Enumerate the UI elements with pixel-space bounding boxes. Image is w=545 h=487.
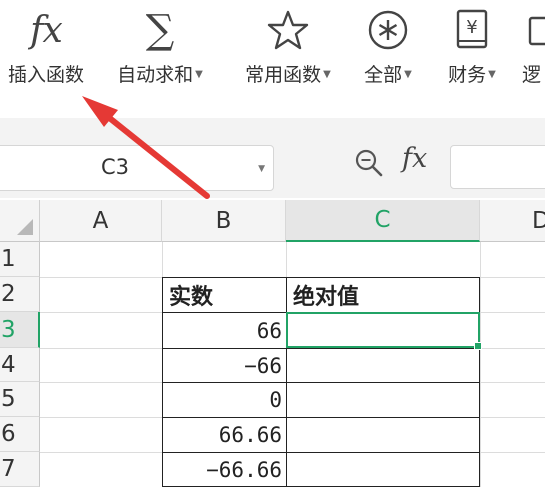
insert-function-label: 插入函数	[7, 64, 84, 86]
common-functions-button[interactable]: 常用函数 ▼	[232, 0, 344, 100]
cell-b5[interactable]: 0	[162, 382, 287, 418]
insert-function-fx-icon[interactable]: fx	[402, 143, 427, 174]
logic-functions-button[interactable]: 逻	[518, 0, 545, 100]
chevron-down-icon: ▼	[323, 69, 331, 80]
fill-handle[interactable]	[474, 342, 482, 350]
row-header-2[interactable]: 2	[0, 277, 40, 312]
insert-function-button[interactable]: fx 插入函数	[0, 0, 92, 100]
logic-icon	[528, 16, 545, 46]
column-header-a[interactable]: A	[40, 200, 162, 242]
sigma-icon: ∑	[145, 7, 175, 53]
cell-b2-header[interactable]: 实数	[162, 277, 287, 313]
star-icon	[267, 10, 309, 50]
finance-functions-button[interactable]: ¥ 财务 ▼	[436, 0, 508, 100]
row-header-3[interactable]: 3	[0, 312, 40, 348]
row-header-6[interactable]: 6	[0, 417, 40, 452]
common-functions-label: 常用函数	[245, 64, 322, 86]
all-functions-label: 全部	[364, 64, 403, 86]
cell-b6[interactable]: 66.66	[162, 417, 287, 453]
cell-c4[interactable]	[286, 348, 480, 383]
cell-c7[interactable]	[286, 452, 480, 487]
asterisk-circle-icon	[368, 10, 408, 50]
yen-book-icon: ¥	[456, 9, 488, 49]
fx-icon: fx	[30, 9, 63, 51]
column-header-b[interactable]: B	[162, 200, 286, 242]
name-box[interactable]: C3 ▼	[0, 145, 274, 191]
row-header-7[interactable]: 7	[0, 452, 40, 487]
ribbon-toolbar: fx 插入函数 ∑ 自动求和 ▼ 常用函数 ▼ 全部 ▼ ¥ 财务 ▼ 逻	[0, 0, 545, 118]
logic-functions-label: 逻	[522, 64, 542, 86]
cell-b7[interactable]: −66.66	[162, 452, 287, 487]
chevron-down-icon: ▼	[488, 69, 496, 80]
auto-sum-label: 自动求和	[117, 64, 194, 86]
chevron-down-icon: ▼	[404, 69, 412, 80]
zoom-magnifier-icon[interactable]	[354, 148, 384, 178]
column-header-c[interactable]: C	[286, 200, 480, 242]
cell-c6[interactable]	[286, 417, 480, 453]
finance-functions-label: 财务	[448, 64, 487, 86]
chevron-down-icon: ▼	[195, 69, 203, 80]
row-header-1[interactable]: 1	[0, 242, 40, 277]
cell-c2-header[interactable]: 绝对值	[286, 277, 480, 313]
svg-text:¥: ¥	[466, 17, 477, 38]
cell-b4[interactable]: −66	[162, 348, 287, 383]
all-functions-button[interactable]: 全部 ▼	[352, 0, 424, 100]
row-header-5[interactable]: 5	[0, 382, 40, 417]
cell-b3[interactable]: 66	[162, 312, 287, 349]
select-all-corner[interactable]	[0, 200, 40, 242]
gridline	[480, 242, 481, 487]
active-cell-c3[interactable]	[286, 312, 482, 350]
formula-input[interactable]	[450, 145, 545, 189]
row-header-4[interactable]: 4	[0, 348, 40, 382]
cell-c5[interactable]	[286, 382, 480, 418]
chevron-down-icon[interactable]: ▼	[258, 164, 265, 174]
column-header-d[interactable]: D	[480, 200, 545, 242]
ribbon-separator-band	[0, 118, 545, 138]
auto-sum-button[interactable]: ∑ 自动求和 ▼	[104, 0, 216, 100]
name-box-value: C3	[100, 155, 130, 179]
